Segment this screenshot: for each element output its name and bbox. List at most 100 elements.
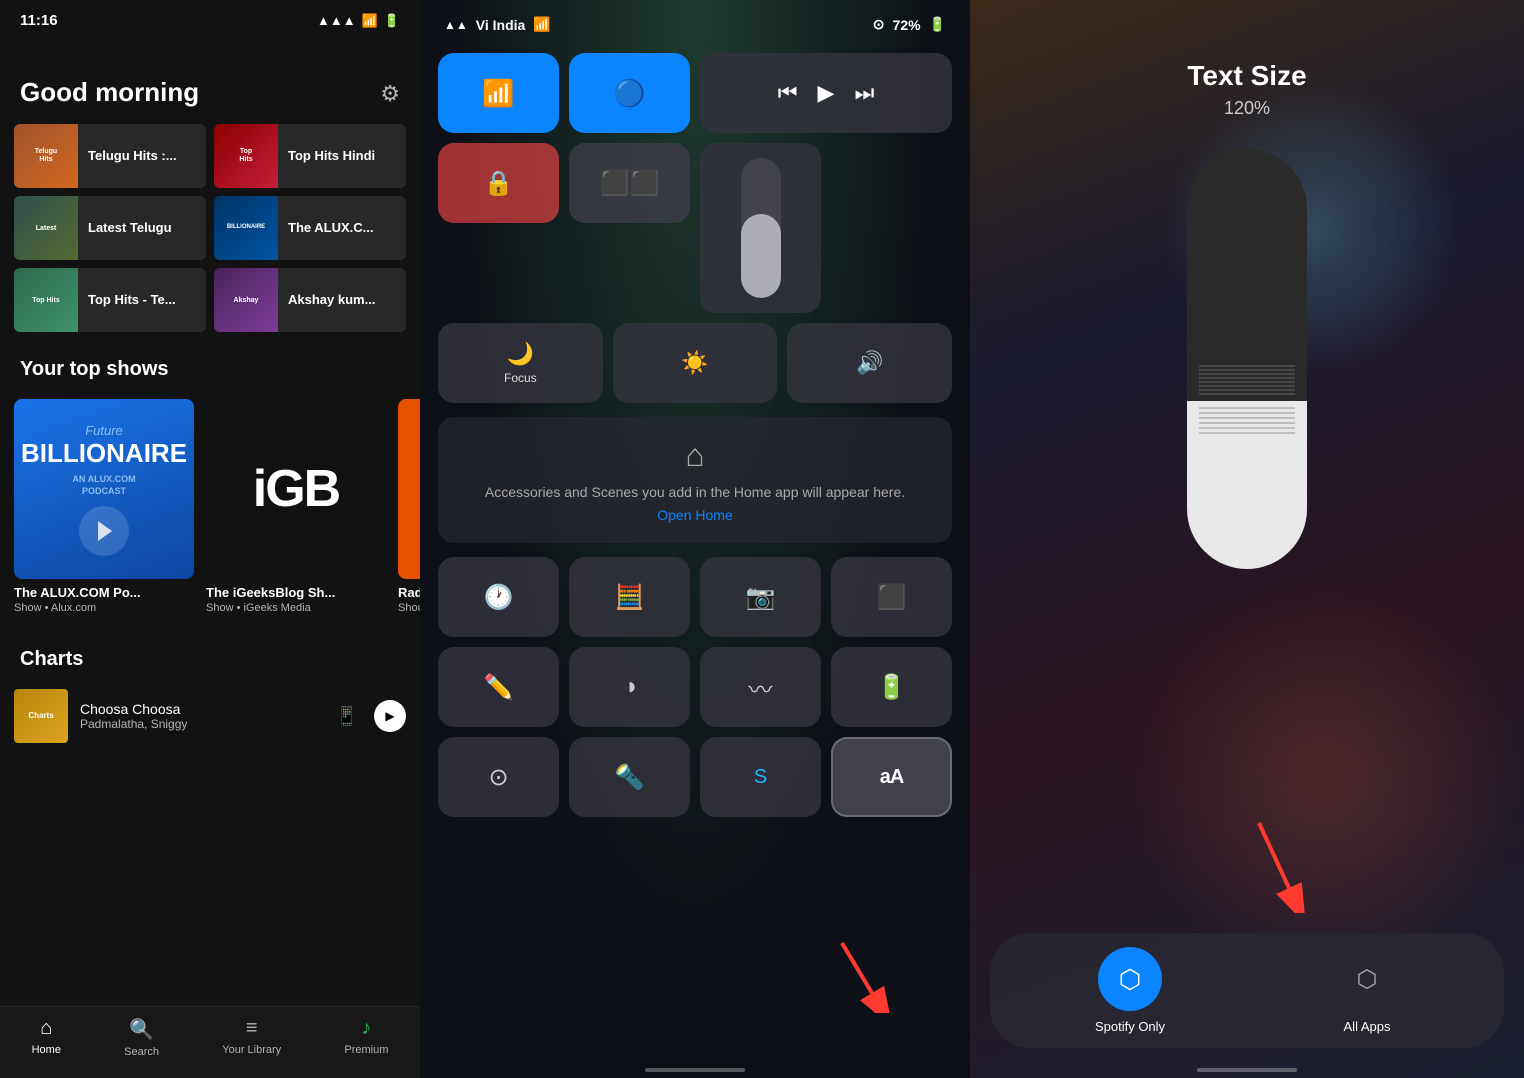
playlist-thumb: TeluguHits [14, 124, 78, 188]
wifi-toggle[interactable]: 📶 [438, 53, 559, 133]
play-pause-icon[interactable]: ▶ [818, 80, 835, 106]
cc-apps-row1: 🕐 🧮 📷 ⬛ [420, 557, 970, 637]
premium-icon: ♪ [361, 1017, 371, 1040]
spotify-layers-icon: ⬡ [1119, 964, 1142, 995]
nav-premium[interactable]: ♪ Premium [344, 1017, 388, 1058]
nav-search[interactable]: 🔍 Search [124, 1017, 159, 1058]
nav-premium-label: Premium [344, 1044, 388, 1056]
playlist-name: The ALUX.C... [278, 220, 406, 237]
cc-slider-row: 🌙 Focus ☀️ 🔊 [420, 313, 970, 403]
cc-apps-row2: ✏️ ◑ 〰 🔋 ⊙ 🔦 S aA [420, 637, 970, 817]
play-button[interactable]: ▶ [374, 700, 406, 732]
battery-status-icon: 🔋 [929, 16, 946, 33]
flashlight-icon: 🔦 [615, 763, 645, 792]
shows-section: Your top shows Future BILLIONAIRE AN ALU… [0, 332, 420, 622]
circle-app-tile[interactable]: ⊙ [438, 737, 559, 817]
brightness-slider[interactable]: ☀️ [613, 323, 778, 403]
home-indicator-ts [1197, 1068, 1297, 1072]
circle-icon: ⊙ [488, 763, 508, 792]
home-icon: ⌂ [458, 437, 932, 474]
notes-icon: ✏️ [484, 673, 514, 702]
playlist-item[interactable]: Latest Latest Telugu [14, 196, 206, 260]
nav-home[interactable]: ⌂ Home [32, 1017, 61, 1058]
nav-library[interactable]: ≡ Your Library [222, 1017, 281, 1058]
focus-tile[interactable]: 🌙 Focus [438, 323, 603, 403]
show-title: The iGeeksBlog Sh... [206, 585, 386, 600]
settings-icon[interactable]: ⚙ [380, 81, 400, 107]
rotation-lock-icon: 🔒 [484, 169, 514, 198]
red-arrow-ts [1239, 813, 1319, 918]
notes-app-tile[interactable]: ✏️ [438, 647, 559, 727]
bg-blur-2 [1124, 578, 1524, 978]
spotify-only-label: Spotify Only [1095, 1019, 1165, 1034]
calculator-icon: 🧮 [615, 583, 645, 612]
chart-thumb: Charts [14, 689, 68, 743]
volume-quick-tile[interactable]: 🔊 [787, 323, 952, 403]
playlist-name: Akshay kum... [278, 292, 406, 309]
show-thumb: R [398, 399, 420, 579]
all-apps-icon: ⬡ [1335, 947, 1399, 1011]
rotation-lock-toggle[interactable]: 🔒 [438, 143, 559, 223]
calculator-app-tile[interactable]: 🧮 [569, 557, 690, 637]
show-card[interactable]: Future BILLIONAIRE AN ALUX.COM PODCAST T… [14, 399, 194, 614]
bottom-nav: ⌂ Home 🔍 Search ≡ Your Library ♪ Premium [0, 1006, 420, 1078]
text-size-title: Text Size [1187, 60, 1306, 92]
light-part [1187, 401, 1307, 569]
rewind-icon[interactable]: ⏮ [778, 80, 798, 106]
playlist-thumb: Akshay [214, 268, 278, 332]
flashlight-app-tile[interactable]: 🔦 [569, 737, 690, 817]
shazam-app-tile[interactable]: S [700, 737, 821, 817]
battery-app-tile[interactable]: 🔋 [831, 647, 952, 727]
chart-artist: Padmalatha, Sniggy [80, 717, 324, 731]
open-home-link[interactable]: Open Home [458, 507, 932, 523]
clock-app-tile[interactable]: 🕐 [438, 557, 559, 637]
playlist-item[interactable]: TopHits Top Hits Hindi [214, 124, 406, 188]
all-apps-option[interactable]: ⬡ All Apps [1335, 947, 1399, 1034]
playlist-item[interactable]: BILLIONAIRE The ALUX.C... [214, 196, 406, 260]
forward-icon[interactable]: ⏭ [854, 80, 874, 106]
battery-icon: 🔋 [877, 673, 907, 702]
focus-label: Focus [504, 371, 537, 385]
text-size-panel: Text Size 120% [970, 0, 1524, 1078]
volume-slider[interactable] [700, 143, 821, 313]
show-card[interactable]: iGB The iGeeksBlog Sh... Show • iGeeks M… [206, 399, 386, 614]
control-center-panel: ▲▲ Vi India 📶 ⊙ 72% 🔋 📶 🔵 ⏮ ▶ ⏭ 🔒 ⬛⬛ [420, 0, 970, 1078]
clock-icon: 🕐 [484, 583, 514, 612]
show-thumb: iGB [206, 399, 386, 579]
nav-library-label: Your Library [222, 1044, 281, 1056]
all-apps-layers-icon: ⬡ [1357, 965, 1378, 994]
screen-record-icon: ⊙ [873, 16, 885, 33]
spotify-only-option[interactable]: ⬡ Spotify Only [1095, 947, 1165, 1034]
playlist-item[interactable]: Top Hits Top Hits - Te... [14, 268, 206, 332]
playlist-thumb: Top Hits [14, 268, 78, 332]
red-arrow-cc [832, 933, 892, 1018]
screen-mirror-toggle[interactable]: ⬛⬛ [569, 143, 690, 223]
text-size-slider[interactable] [1187, 149, 1307, 569]
chart-item[interactable]: Charts Choosa Choosa Padmalatha, Sniggy … [0, 681, 420, 751]
playlist-item[interactable]: Akshay Akshay kum... [214, 268, 406, 332]
waveform-app-tile[interactable]: 〰 [700, 647, 821, 727]
text-size-app-tile[interactable]: aA [831, 737, 952, 817]
show-title: Radi... [398, 585, 420, 600]
charts-title: Charts [0, 636, 420, 681]
contrast-app-tile[interactable]: ◑ [569, 647, 690, 727]
playlist-item[interactable]: TeluguHits Telugu Hits :... [14, 124, 206, 188]
show-subtitle: Show • iGeeks Media [206, 602, 386, 614]
wifi-status-icon: 📶 [533, 16, 550, 33]
signal-icon: ▲▲▲ [317, 13, 356, 28]
qr-app-tile[interactable]: ⬛ [831, 557, 952, 637]
device-icon[interactable]: 📱 [336, 706, 358, 727]
waveform-icon: 〰 [749, 670, 773, 705]
battery-percent-label: 72% [893, 17, 921, 33]
show-title: The ALUX.COM Po... [14, 585, 194, 600]
mirror-icon: ⬛⬛ [600, 169, 660, 198]
bluetooth-toggle[interactable]: 🔵 [569, 53, 690, 133]
qr-icon: ⬛ [877, 583, 907, 612]
playlist-thumb: TopHits [214, 124, 278, 188]
show-subtitle: Show • Alux.com [14, 602, 194, 614]
nav-home-label: Home [32, 1044, 61, 1056]
show-card[interactable]: R Radi... Shou... Jaso... [398, 399, 420, 614]
camera-app-tile[interactable]: 📷 [700, 557, 821, 637]
search-icon: 🔍 [129, 1017, 154, 1042]
time-display: 11:16 [20, 12, 58, 29]
